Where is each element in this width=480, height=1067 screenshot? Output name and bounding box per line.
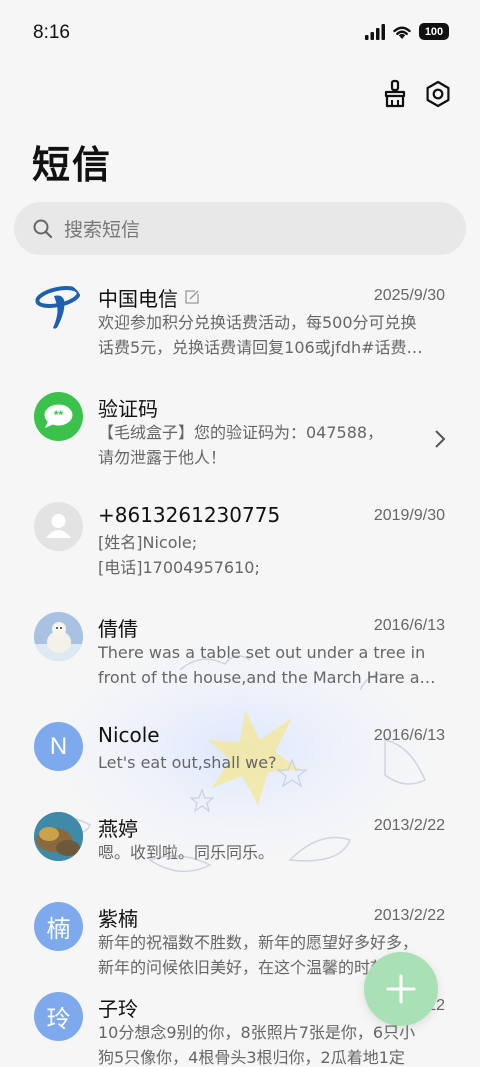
conversation-preview: 嗯。收到啦。同乐同乐。 [98,840,445,865]
conversation-name: 子玲 [98,997,138,1021]
preview-line: Let's eat out,shall we? [98,753,277,772]
preview-line: 新年的祝福数不胜数，新年的愿望好多好多， [98,933,419,952]
settings-button[interactable] [422,78,454,110]
letter-avatar: 楠 [34,902,83,951]
avatar-letter: N [49,732,68,760]
battery-indicator: 100 [419,23,449,40]
conversation-name: 燕婷 [98,817,138,841]
conversation-item[interactable]: 中国电信 2025/9/30 欢迎参加积分兑换话费活动，每500分可兑换 话费5… [0,270,480,380]
status-time: 8:16 [33,22,70,43]
svg-text:**: ** [54,408,64,422]
conversation-item[interactable]: +8613261230775 2019/9/30 [姓名]Nicole; [电话… [0,490,480,600]
clean-button[interactable] [379,78,411,110]
china-telecom-logo [34,282,83,331]
conversation-preview: 10分想念9别的你，8张照片7张是你，6只小 狗5只像你，4根骨头3根归你，2瓜… [98,1020,445,1067]
search-bar[interactable]: 搜索短信 [14,202,466,255]
wifi-icon [393,26,411,39]
preview-line: front of the house,and the March Hare an… [98,668,445,687]
conversation-name: 倩倩 [98,617,138,641]
preview-line: 请勿泄露于他人！ [98,448,227,467]
conversation-date: 2013/2/22 [373,907,445,924]
status-icons: 100 [365,23,449,40]
avatar-letter: 玲 [46,1006,71,1033]
broom-icon [384,79,406,108]
conversation-name: 紫楠 [98,907,138,931]
gear-icon [426,80,450,108]
conversation-preview: 【毛绒盒子】您的验证码为：047588， 请勿泄露于他人！ [98,420,445,470]
conversation-preview: Let's eat out,shall we? [98,750,445,775]
conversation-date: 2016/6/13 [373,617,445,634]
conversation-name: 验证码 [98,397,158,421]
letter-avatar: N [34,722,83,771]
preview-line: 狗5只像你，4根骨头3根归你，2瓜着地1定 [98,1048,405,1067]
preview-line: There was a table set out under a tree i… [98,643,426,662]
conversation-name: Nicole [98,723,160,747]
preview-line: [姓名]Nicole; [98,533,198,552]
preview-line: 【毛绒盒子】您的验证码为：047588， [98,423,384,442]
conversation-date: 2013/2/22 [373,817,445,834]
plus-icon [386,974,416,1004]
person-icon [34,502,83,551]
conversation-preview: [姓名]Nicole; [电话]17004957610; [98,530,445,580]
edit-icon [185,290,199,304]
conversation-date: 2016/6/13 [373,727,445,744]
conversation-date: 2019/9/30 [373,507,445,524]
conversation-preview: 欢迎参加积分兑换话费活动，每500分可兑换 话费5元，兑换话费请回复106或jf… [98,310,445,360]
preview-line: 嗯。收到啦。同乐同乐。 [98,843,275,862]
page-title: 短信 [32,143,113,187]
search-placeholder: 搜索短信 [64,219,141,241]
conversation-item[interactable]: ** 验证码 【毛绒盒子】您的验证码为：047588， 请勿泄露于他人！ [0,380,480,490]
avatar-letter: 楠 [46,916,71,943]
message-bubble-icon: ** [34,392,83,441]
messages-screen: 8:16 100 短信 搜索短信 中国电信 2025/9/30 欢迎参加积分兑换… [0,0,480,1067]
conversation-name: +8613261230775 [98,503,281,527]
search-icon [33,219,53,238]
signal-icon [365,23,385,40]
new-message-button[interactable] [364,952,438,1026]
letter-avatar: 玲 [34,992,83,1041]
landscape-photo [34,812,83,861]
conversation-item[interactable]: 倩倩 2016/6/13 There was a table set out u… [0,600,480,710]
chevron-right-icon [435,430,446,448]
preview-line: 话费5元，兑换话费请回复106或jfdh#话费… [98,338,423,357]
status-bar: 8:16 100 [0,0,480,64]
polar-bear-photo [34,612,83,661]
preview-line: [电话]17004957610; [98,558,260,577]
conversation-name: 中国电信 [98,287,178,311]
preview-line: 欢迎参加积分兑换话费活动，每500分可兑换 [98,313,417,332]
conversation-preview: There was a table set out under a tree i… [98,640,445,690]
conversation-date: 2025/9/30 [373,287,445,304]
